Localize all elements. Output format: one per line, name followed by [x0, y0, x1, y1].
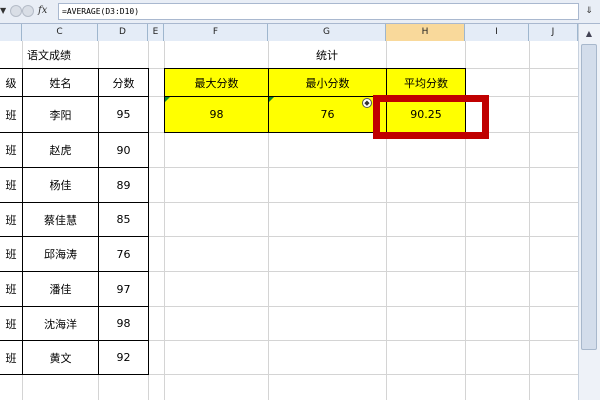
name-cell[interactable]: 黄文: [22, 340, 99, 375]
column-header-j[interactable]: J: [529, 24, 578, 41]
name-cell[interactable]: 李阳: [22, 96, 99, 133]
score-cell[interactable]: 85: [98, 202, 149, 237]
column-header-partial[interactable]: [0, 24, 22, 41]
score-cell[interactable]: 97: [98, 271, 149, 307]
scrollbar-thumb[interactable]: [581, 44, 597, 350]
class-cell[interactable]: 班: [0, 340, 23, 375]
header-score-cell[interactable]: 分数: [98, 68, 149, 97]
score-cell[interactable]: 89: [98, 167, 149, 203]
expand-formula-bar-icon[interactable]: ⇓: [582, 4, 596, 19]
cancel-entry-icon[interactable]: [10, 5, 22, 17]
selection-highlight-box: [373, 95, 489, 139]
insert-function-icon[interactable]: fx: [38, 4, 54, 18]
score-cell[interactable]: 76: [98, 236, 149, 272]
column-header-e[interactable]: E: [148, 24, 164, 41]
name-box-dropdown-icon[interactable]: ▼: [0, 5, 8, 17]
score-cell[interactable]: 92: [98, 340, 149, 375]
name-cell[interactable]: 潘佳: [22, 271, 99, 307]
class-cell[interactable]: 班: [0, 202, 23, 237]
column-header-i[interactable]: I: [465, 24, 529, 41]
name-cell[interactable]: 沈海洋: [22, 306, 99, 341]
error-indicator-icon: [165, 97, 170, 102]
column-header-h[interactable]: H: [386, 24, 465, 41]
stats-header-avg[interactable]: 平均分数: [386, 68, 466, 97]
error-indicator-icon: [269, 97, 274, 102]
class-cell[interactable]: 班: [0, 306, 23, 341]
class-cell[interactable]: 班: [0, 167, 23, 203]
column-header-g[interactable]: G: [268, 24, 386, 41]
confirm-entry-icon[interactable]: [22, 5, 34, 17]
stats-header-min[interactable]: 最小分数: [268, 68, 387, 97]
class-cell[interactable]: 班: [0, 236, 23, 272]
stats-header-max[interactable]: 最大分数: [164, 68, 269, 97]
header-class-cell[interactable]: 级: [0, 68, 23, 97]
name-cell[interactable]: 杨佳: [22, 167, 99, 203]
column-header-d[interactable]: D: [98, 24, 148, 41]
name-cell[interactable]: 蔡佳慧: [22, 202, 99, 237]
header-name-cell[interactable]: 姓名: [22, 68, 99, 97]
score-cell[interactable]: 98: [98, 306, 149, 341]
name-cell[interactable]: 赵虎: [22, 132, 99, 168]
left-table-title: 语文成绩: [27, 48, 71, 62]
column-header-c[interactable]: C: [22, 24, 98, 41]
column-header-f[interactable]: F: [164, 24, 268, 41]
stats-value-max[interactable]: 98: [164, 96, 269, 133]
class-cell[interactable]: 班: [0, 271, 23, 307]
score-cell[interactable]: 90: [98, 132, 149, 168]
class-cell[interactable]: 班: [0, 132, 23, 168]
name-cell[interactable]: 邱海涛: [22, 236, 99, 272]
class-cell[interactable]: 班: [0, 96, 23, 133]
grid-line: [529, 41, 530, 400]
scroll-up-arrow-icon[interactable]: ▲: [580, 26, 598, 42]
stats-table-title: 统计: [316, 48, 338, 62]
score-cell[interactable]: 95: [98, 96, 149, 133]
paste-options-icon[interactable]: ◆: [362, 98, 372, 108]
formula-input[interactable]: =AVERAGE(D3:D10): [58, 3, 579, 20]
